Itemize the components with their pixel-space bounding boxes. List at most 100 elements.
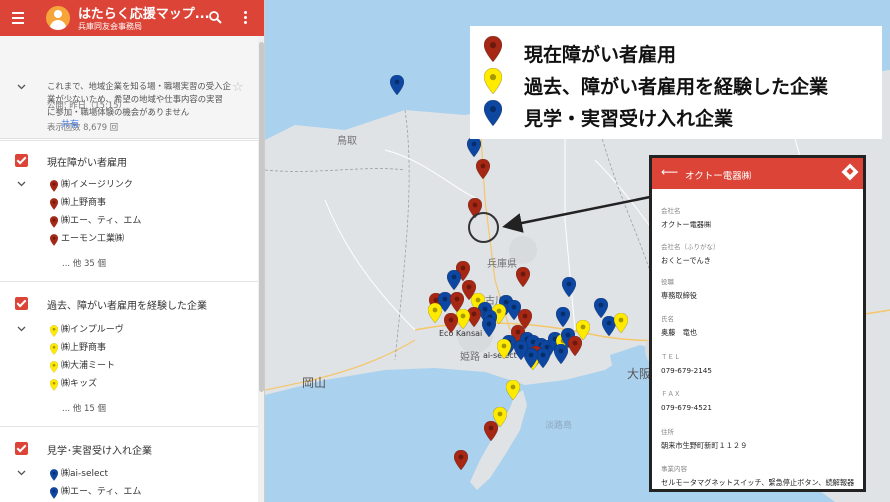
map-marker[interactable] bbox=[467, 137, 481, 157]
list-item[interactable]: ㈱上野商事 bbox=[0, 338, 264, 356]
field-label: 住所 bbox=[661, 428, 674, 436]
map-marker[interactable] bbox=[514, 340, 528, 360]
map-marker[interactable] bbox=[390, 75, 404, 95]
list-item[interactable]: エーモン工業㈱ bbox=[0, 229, 264, 250]
map-marker[interactable] bbox=[594, 298, 608, 318]
view-count: 表示回数 8,679 回 bbox=[47, 122, 119, 132]
map-pin-icon bbox=[49, 484, 59, 502]
card-title: オクトー電器㈱ bbox=[685, 171, 752, 182]
chevron-down-icon[interactable] bbox=[17, 470, 26, 476]
field-label: 会社名 bbox=[661, 207, 681, 215]
place-name: ㈱エー、ティ、エム bbox=[61, 216, 142, 226]
published-date: 公開: 昨日（15:15） bbox=[47, 100, 127, 110]
layer-current-employment[interactable]: 現在障がい者雇用 bbox=[0, 151, 264, 171]
detail-field: 事業内容セルモータマグネットスイッチ、緊急停止ボタン、続解報器 bbox=[661, 463, 854, 488]
map-pin-icon bbox=[49, 231, 59, 250]
list-item[interactable]: ㈱エー、ティ、エム bbox=[0, 482, 264, 502]
map-description-section: これまで、地域企業を知る場・職場実習の受入企業が少ないため、希望の地域や仕事内容… bbox=[0, 36, 264, 139]
field-value: 079-679-4521 bbox=[661, 403, 712, 412]
sidebar-scrollbar[interactable] bbox=[258, 36, 264, 502]
map-marker[interactable] bbox=[562, 277, 576, 297]
list-item[interactable]: ㈱イメージリンク bbox=[0, 175, 264, 193]
map-marker[interactable] bbox=[482, 317, 496, 337]
place-name: ㈱大浦ミート bbox=[61, 361, 116, 371]
map-marker[interactable] bbox=[454, 450, 468, 470]
map-pin-icon bbox=[49, 376, 59, 395]
place-name: ㈱上野商事 bbox=[61, 198, 107, 208]
field-label: 事業内容 bbox=[661, 465, 687, 473]
avatar[interactable] bbox=[46, 6, 70, 30]
divider bbox=[0, 426, 258, 427]
field-label: ＦＡＸ bbox=[661, 390, 681, 398]
field-label: ＴＥＬ bbox=[661, 353, 681, 361]
map-marker[interactable] bbox=[484, 421, 498, 441]
map-marker[interactable] bbox=[428, 303, 442, 323]
card-header: ⟵ オクトー電器㈱ bbox=[652, 158, 863, 189]
map-marker[interactable] bbox=[556, 307, 570, 327]
field-label: 役職 bbox=[661, 278, 674, 286]
layer-checkbox[interactable] bbox=[15, 442, 28, 455]
map-marker[interactable] bbox=[447, 270, 461, 290]
map-marker[interactable] bbox=[456, 309, 470, 329]
map-owner: 兵庫同友会事務局 bbox=[78, 22, 142, 31]
place-okayama: 岡山 bbox=[302, 376, 327, 390]
list-item[interactable]: ㈱ai-select bbox=[0, 464, 264, 482]
map-sidebar: はたらく応援マップ... 兵庫同友会事務局 これまで、地域企業を知る場・職場実習… bbox=[0, 0, 265, 502]
place-name: ㈱イメージリンク bbox=[61, 180, 133, 190]
share-button[interactable]: 共有 bbox=[61, 117, 79, 130]
map-marker[interactable] bbox=[614, 313, 628, 333]
field-label: 会社名（ふりがな） bbox=[661, 243, 720, 251]
back-arrow-icon[interactable]: ⟵ bbox=[661, 165, 678, 179]
layer-checkbox[interactable] bbox=[15, 154, 28, 167]
legend-box: 現在障がい者雇用 過去、障がい者雇用を経験した企業 見学・実習受け入れ企業 bbox=[470, 26, 882, 139]
list-item[interactable]: ㈱キッズ bbox=[0, 374, 264, 395]
list-item[interactable]: ㈱インプルーヴ bbox=[0, 320, 264, 338]
detail-field: ＦＡＸ 079-679-4521 bbox=[661, 388, 712, 412]
more-vert-icon[interactable] bbox=[244, 11, 247, 26]
layer-label: 現在障がい者雇用 bbox=[47, 158, 127, 169]
map-marker[interactable] bbox=[476, 159, 490, 179]
star-icon[interactable]: ☆ bbox=[232, 80, 244, 95]
list-item[interactable]: ㈱上野商事 bbox=[0, 193, 264, 211]
map-marker[interactable] bbox=[536, 348, 550, 368]
layer-label: 見学･実習受け入れ企業 bbox=[47, 446, 152, 457]
detail-field: 氏名 奥藤 竜也 bbox=[661, 313, 697, 338]
detail-field: 会社名（ふりがな） おくとーでんき bbox=[661, 241, 720, 266]
place-name: ㈱エー、ティ、エム bbox=[61, 487, 142, 497]
chevron-down-icon[interactable] bbox=[17, 84, 26, 90]
more-items-link[interactable]: ... 他 15 個 bbox=[62, 402, 106, 414]
divider bbox=[0, 281, 258, 282]
list-item[interactable]: ㈱大浦ミート bbox=[0, 356, 264, 374]
map-marker[interactable] bbox=[506, 380, 520, 400]
directions-icon[interactable] bbox=[841, 163, 859, 181]
place-name: ㈱インプルーヴ bbox=[61, 325, 124, 335]
place-name: ㈱ai-select bbox=[61, 469, 109, 479]
menu-icon[interactable] bbox=[12, 12, 24, 27]
divider bbox=[0, 140, 258, 141]
layer-past-employment[interactable]: 過去、障がい者雇用を経験した企業 bbox=[0, 294, 264, 314]
map-pin-icon bbox=[483, 35, 503, 66]
chevron-down-icon[interactable] bbox=[17, 181, 26, 187]
field-value: セルモータマグネットスイッチ、緊急停止ボタン、続解報器 bbox=[661, 478, 855, 487]
map-marker[interactable] bbox=[516, 267, 530, 287]
place-himeji: 姫路 bbox=[460, 352, 480, 363]
highlight-circle bbox=[468, 212, 499, 243]
map-marker[interactable] bbox=[497, 339, 511, 359]
search-icon[interactable] bbox=[209, 11, 222, 24]
layer-tour-internship[interactable]: 見学･実習受け入れ企業 bbox=[0, 439, 264, 459]
chevron-down-icon[interactable] bbox=[17, 326, 26, 332]
map-marker[interactable] bbox=[554, 344, 568, 364]
place-awaji: 淡路島 bbox=[545, 421, 573, 431]
map-marker[interactable] bbox=[576, 320, 590, 340]
place-name: エーモン工業㈱ bbox=[61, 234, 125, 244]
field-value: 専務取締役 bbox=[661, 291, 697, 300]
map-title: はたらく応援マップ... bbox=[78, 7, 210, 22]
more-items-link[interactable]: ... 他 35 個 bbox=[62, 257, 106, 269]
map-marker[interactable] bbox=[444, 313, 458, 333]
place-detail-card: ⟵ オクトー電器㈱ 会社名 オクトー電器㈱会社名（ふりがな） おくとーでんき役職専務… bbox=[649, 155, 866, 492]
layer-checkbox[interactable] bbox=[15, 297, 28, 310]
detail-field: 役職 専務取締役 bbox=[661, 276, 697, 301]
map-pin-icon bbox=[483, 67, 503, 98]
list-item[interactable]: ㈱エー、ティ、エム bbox=[0, 211, 264, 229]
place-name: ㈱上野商事 bbox=[61, 343, 107, 353]
